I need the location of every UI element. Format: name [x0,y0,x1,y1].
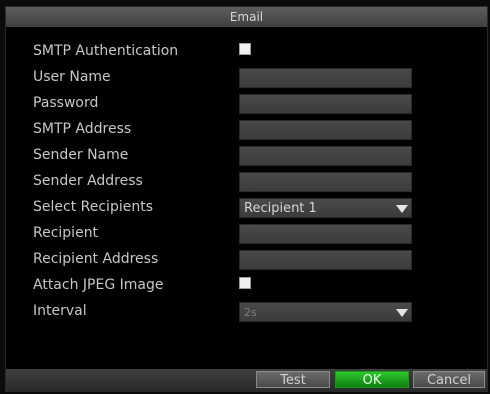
select-recipients-label: Select Recipients [33,199,153,215]
attach-jpeg-image-label: Attach JPEG Image [33,277,164,293]
row-attach-jpeg-image: Attach JPEG Image [6,273,487,299]
row-smtp-authentication: SMTP Authentication [6,39,487,65]
recipient-field[interactable] [239,224,412,244]
row-password: Password [6,91,487,117]
user-name-label: User Name [33,69,111,85]
password-field[interactable] [239,94,412,114]
row-interval: Interval 2s [6,299,487,325]
row-sender-address: Sender Address [6,169,487,195]
recipient-label: Recipient [33,225,99,241]
row-recipient-address: Recipient Address [6,247,487,273]
dialog-title: Email [6,7,487,27]
smtp-address-label: SMTP Address [33,121,132,137]
row-select-recipients: Select Recipients Recipient 1 [6,195,487,221]
password-label: Password [33,95,99,111]
ok-button[interactable]: OK [335,371,409,388]
sender-address-label: Sender Address [33,173,143,189]
recipient-address-field[interactable] [239,250,412,270]
select-recipients-dropdown[interactable]: Recipient 1 [239,198,412,218]
sender-address-field[interactable] [239,172,412,192]
row-recipient: Recipient [6,221,487,247]
smtp-address-field[interactable] [239,120,412,140]
smtp-authentication-label: SMTP Authentication [33,43,179,59]
interval-dropdown[interactable]: 2s [239,302,412,322]
email-dialog: Email SMTP Authentication User Name Pass… [5,6,488,392]
row-sender-name: Sender Name [6,143,487,169]
select-recipients-value: Recipient 1 [244,201,317,216]
sender-name-label: Sender Name [33,147,129,163]
cancel-button[interactable]: Cancel [413,371,485,388]
interval-value: 2s [244,306,257,319]
attach-jpeg-image-checkbox[interactable] [239,277,251,289]
interval-label: Interval [33,303,87,319]
recipient-address-label: Recipient Address [33,251,159,267]
chevron-down-icon[interactable] [396,309,408,317]
row-smtp-address: SMTP Address [6,117,487,143]
row-user-name: User Name [6,65,487,91]
user-name-field[interactable] [239,68,412,88]
dialog-footer: Test OK Cancel [6,369,487,391]
test-button[interactable]: Test [256,371,330,388]
sender-name-field[interactable] [239,146,412,166]
chevron-down-icon[interactable] [396,205,408,213]
smtp-authentication-checkbox[interactable] [239,43,251,55]
